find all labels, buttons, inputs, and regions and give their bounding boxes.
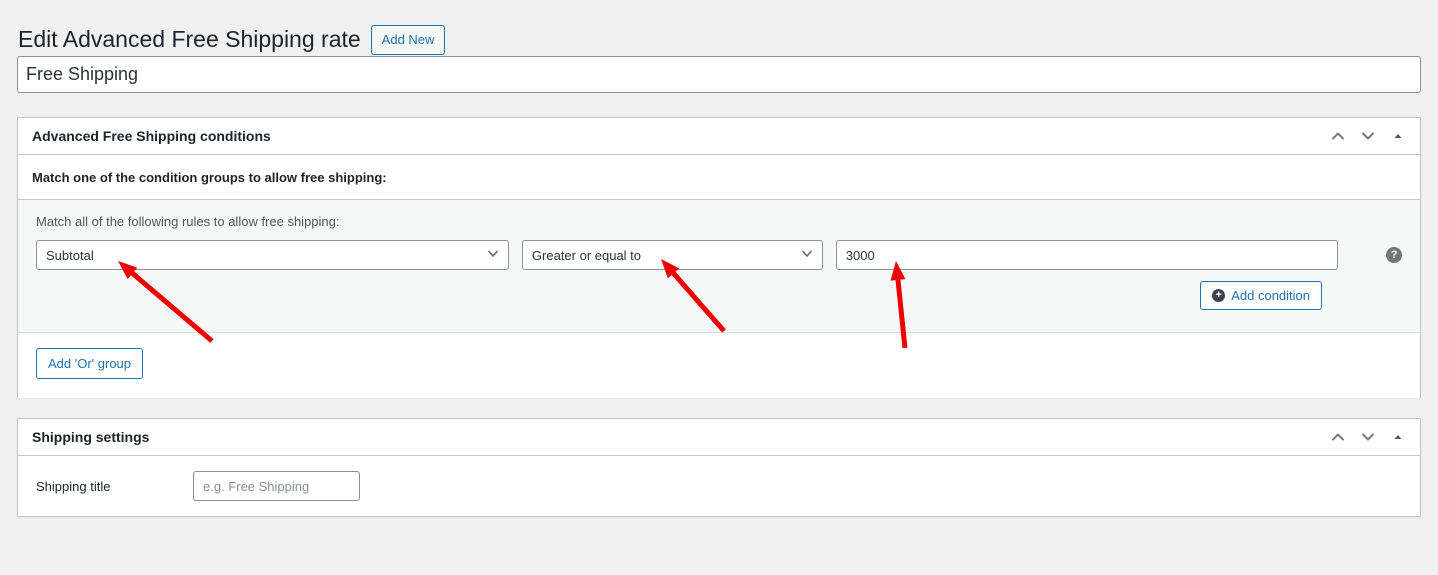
shipping-panel-controls xyxy=(1324,419,1412,455)
title-field-wrapper xyxy=(17,56,1421,93)
chevron-down-icon xyxy=(800,247,814,264)
condition-operator-select[interactable]: Greater or equal to xyxy=(522,240,823,270)
move-down-icon[interactable] xyxy=(1354,122,1382,150)
page-title: Edit Advanced Free Shipping rate xyxy=(18,25,361,55)
chevron-down-icon xyxy=(486,247,500,264)
move-up-icon[interactable] xyxy=(1324,423,1352,451)
condition-group-hint: Match all of the following rules to allo… xyxy=(36,214,1402,229)
shipping-panel-title: Shipping settings xyxy=(32,429,149,445)
shipping-title-label: Shipping title xyxy=(36,479,193,494)
conditions-panel: Advanced Free Shipping conditions xyxy=(17,117,1421,398)
shipping-title-input[interactable] xyxy=(193,471,360,501)
conditions-panel-header: Advanced Free Shipping conditions xyxy=(18,118,1420,155)
move-down-icon[interactable] xyxy=(1354,423,1382,451)
conditions-subtitle: Match one of the condition groups to all… xyxy=(32,170,387,185)
add-or-group-button[interactable]: Add 'Or' group xyxy=(36,348,143,379)
add-condition-button[interactable]: + Add condition xyxy=(1200,281,1322,310)
shipping-settings-panel: Shipping settings xyxy=(17,418,1421,517)
plus-circle-icon: + xyxy=(1212,289,1225,302)
conditions-panel-title: Advanced Free Shipping conditions xyxy=(32,128,271,144)
conditions-subtitle-bar: Match one of the condition groups to all… xyxy=(18,155,1420,200)
admin-page: Edit Advanced Free Shipping rate Add New… xyxy=(0,0,1438,575)
add-condition-label: Add condition xyxy=(1231,289,1310,302)
condition-field-value: Subtotal xyxy=(46,248,94,263)
add-new-button[interactable]: Add New xyxy=(371,25,446,55)
help-icon[interactable]: ? xyxy=(1386,247,1402,263)
condition-field-select[interactable]: Subtotal xyxy=(36,240,509,270)
add-or-group-area: Add 'Or' group xyxy=(18,333,1420,398)
move-up-icon[interactable] xyxy=(1324,122,1352,150)
condition-rule-row: Subtotal Greater or equal to xyxy=(36,240,1402,270)
collapse-toggle-icon[interactable] xyxy=(1384,423,1412,451)
shipping-panel-header: Shipping settings xyxy=(18,419,1420,456)
add-condition-row: + Add condition xyxy=(36,281,1402,310)
conditions-panel-controls xyxy=(1324,118,1412,154)
shipping-settings-body: Shipping title xyxy=(18,456,1420,516)
rate-title-input[interactable] xyxy=(17,56,1421,93)
condition-amount-input[interactable] xyxy=(836,240,1338,270)
collapse-toggle-icon[interactable] xyxy=(1384,122,1412,150)
condition-group: Match all of the following rules to allo… xyxy=(18,200,1420,333)
condition-operator-value: Greater or equal to xyxy=(532,248,641,263)
